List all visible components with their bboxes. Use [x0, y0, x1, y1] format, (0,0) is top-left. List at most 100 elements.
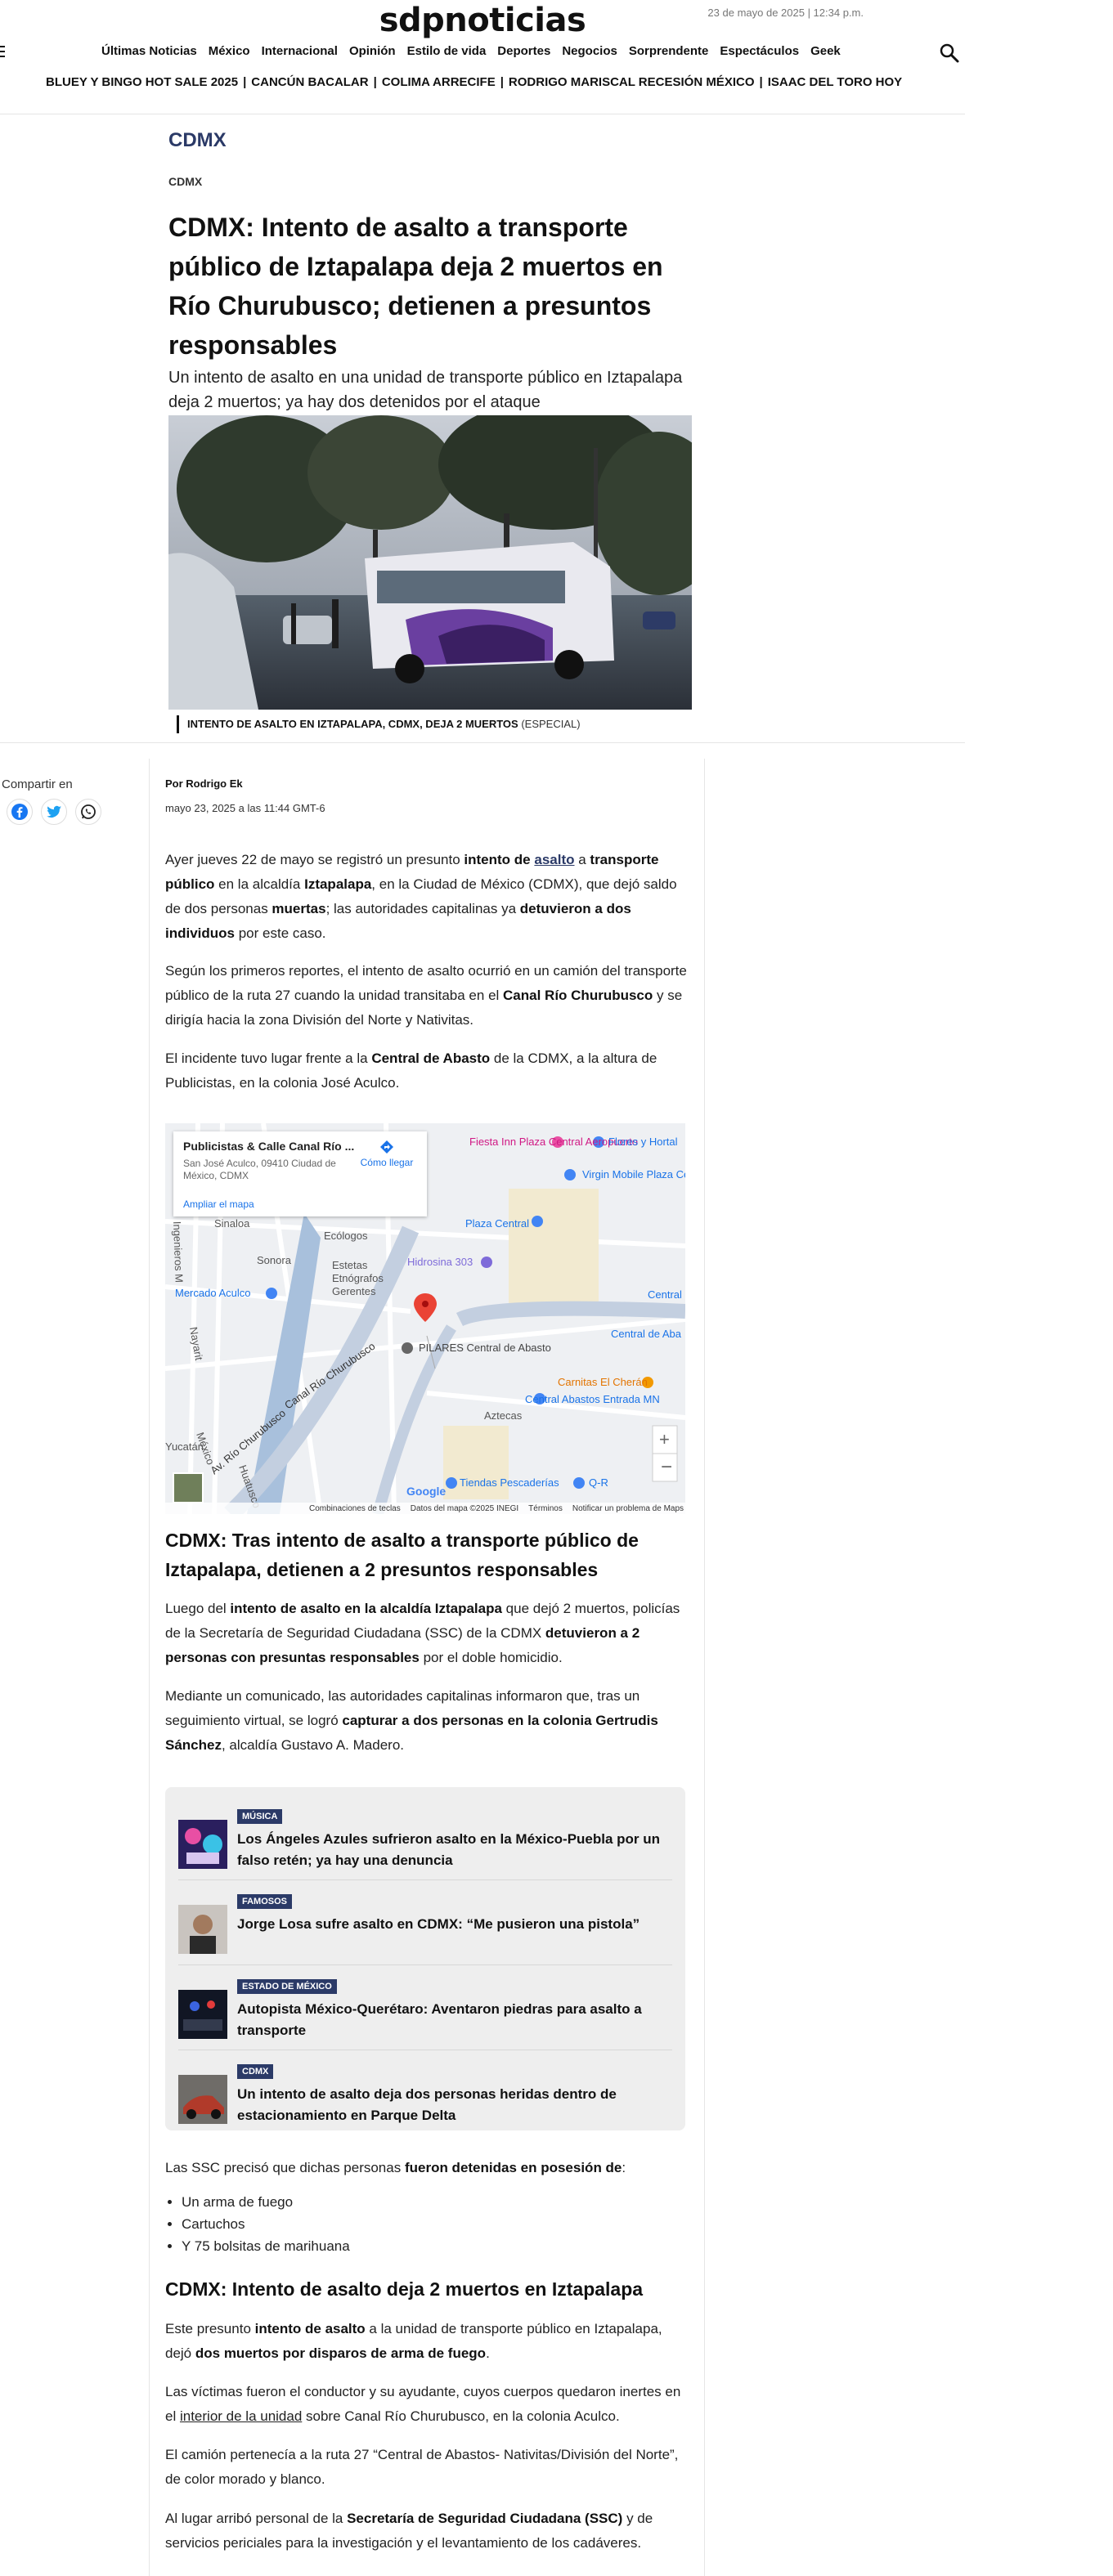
paragraph-6: Las SSC precisó que dichas personas fuer…	[165, 2160, 626, 2175]
enlarge-map-link[interactable]: Ampliar el mapa	[183, 1198, 254, 1210]
trending-bar: BLUEY Y BINGO HOT SALE 2025 | CANCÚN BACA…	[46, 75, 902, 89]
paragraph-5: Mediante un comunicado, las autoridades …	[165, 1688, 658, 1753]
map-label: Aztecas	[484, 1409, 523, 1422]
nav-ultimas-noticias[interactable]: Últimas Noticias	[101, 44, 197, 58]
place-address: San José Aculco, 09410 Ciudad de México,…	[183, 1158, 336, 1181]
related-title[interactable]: Un intento de asalto deja dos personas h…	[237, 2084, 672, 2126]
list-item: Cartuchos	[182, 2213, 350, 2235]
related-title[interactable]: Los Ángeles Azules sufrieron asalto en l…	[237, 1829, 672, 1871]
list-item: Y 75 bolsitas de marihuana	[182, 2235, 350, 2257]
paragraph-3: El incidente tuvo lugar frente a la Cent…	[165, 1051, 657, 1091]
trend-link[interactable]: BLUEY Y BINGO HOT SALE 2025	[46, 75, 238, 89]
main-nav: Últimas Noticias México Internacional Op…	[101, 44, 841, 58]
related-title[interactable]: Autopista México-Querétaro: Aventaron pi…	[237, 1999, 672, 2041]
nav-deportes[interactable]: Deportes	[497, 44, 550, 58]
nav-geek[interactable]: Geek	[810, 44, 841, 58]
category-link[interactable]: CDMX	[168, 175, 202, 188]
twitter-icon	[47, 805, 61, 818]
nav-opinion[interactable]: Opinión	[349, 44, 396, 58]
trend-link[interactable]: RODRIGO MARISCAL RECESIÓN MÉXICO	[509, 75, 755, 89]
nav-negocios[interactable]: Negocios	[562, 44, 617, 58]
paragraph-10: Al lugar arribó personal de la Secretarí…	[165, 2511, 653, 2551]
map-footer: Combinaciones de teclas Datos del mapa ©…	[165, 1503, 685, 1514]
svg-text:−: −	[661, 1456, 672, 1478]
trend-separator: |	[759, 75, 763, 89]
section-heading: CDMX: Tras intento de asalto a transport…	[165, 1530, 639, 1580]
map-footer-link[interactable]: Combinaciones de teclas	[309, 1504, 401, 1513]
image-caption: INTENTO DE ASALTO EN IZTAPALAPA, CDMX, D…	[177, 715, 581, 733]
related-tag[interactable]: MÚSICA	[237, 1809, 283, 1824]
related-title[interactable]: Jorge Losa sufre asalto en CDMX: “Me pus…	[237, 1914, 640, 1935]
whatsapp-share-button[interactable]	[75, 799, 101, 825]
nav-espectaculos[interactable]: Espectáculos	[720, 44, 799, 58]
facebook-icon	[11, 804, 28, 820]
trend-separator: |	[500, 75, 504, 89]
paragraph-1: Ayer jueves 22 de mayo se registró un pr…	[165, 852, 677, 941]
map-label: Estetas	[332, 1259, 368, 1271]
map-label: Etnógrafos	[332, 1272, 384, 1284]
map-label: Yucatán	[165, 1440, 204, 1453]
divider	[0, 742, 965, 743]
caption-credit: (ESPECIAL)	[521, 718, 581, 730]
section-link[interactable]: CDMX	[168, 129, 227, 152]
trend-separator: |	[373, 75, 377, 89]
related-item[interactable]: CDMX Un intento de asalto deja dos person…	[178, 2050, 672, 2135]
paragraph-9: El camión pertenecía a la ruta 27 “Centr…	[165, 2447, 679, 2487]
asalto-link[interactable]: asalto	[534, 852, 574, 867]
map-footer-link[interactable]: Notificar un problema de Maps	[572, 1504, 684, 1513]
share-label: Compartir en	[2, 777, 73, 791]
directions-icon	[380, 1140, 393, 1154]
related-item[interactable]: ESTADO DE MÉXICO Autopista México-Queréta…	[178, 1965, 672, 2050]
map-label: Mercado Aculco	[175, 1287, 251, 1299]
related-thumbnail	[178, 1820, 227, 1869]
map-label: Central	[648, 1288, 682, 1301]
related-tag[interactable]: ESTADO DE MÉXICO	[237, 1979, 337, 1994]
map-label: Hidrosina 303	[407, 1256, 473, 1268]
map-label: Sinaloa	[214, 1217, 250, 1230]
related-tag[interactable]: CDMX	[237, 2064, 274, 2079]
publish-date: mayo 23, 2025 a las 11:44 GMT-6	[165, 802, 325, 814]
map-label: Ecólogos	[324, 1230, 368, 1242]
header-date: 23 de mayo de 2025 | 12:34 p.m.	[707, 7, 864, 19]
facebook-share-button[interactable]	[7, 799, 33, 825]
author-byline[interactable]: Por Rodrigo Ek	[165, 777, 243, 790]
twitter-share-button[interactable]	[41, 799, 67, 825]
satellite-toggle[interactable]	[173, 1472, 204, 1503]
nav-estilo-de-vida[interactable]: Estilo de vida	[407, 44, 487, 58]
map-footer-link[interactable]: Términos	[528, 1504, 563, 1513]
map-place-card: Publicistas & Calle Canal Río ... San Jo…	[173, 1131, 427, 1216]
related-articles: MÚSICA Los Ángeles Azules sufrieron asalt…	[165, 1787, 685, 2130]
search-icon[interactable]	[939, 43, 960, 64]
site-header: sdpnoticias 23 de mayo de 2025 | 12:34 p…	[0, 0, 965, 114]
nav-internacional[interactable]: Internacional	[262, 44, 338, 58]
map-label: Carnitas El Cherán	[558, 1376, 648, 1388]
trend-separator: |	[243, 75, 247, 89]
directions-link[interactable]: Cómo llegar	[358, 1140, 415, 1168]
related-item[interactable]: MÚSICA Los Ángeles Azules sufrieron asalt…	[178, 1795, 672, 1880]
paragraph-7: Este presunto intento de asalto a la uni…	[165, 2321, 662, 2361]
paragraph-2: Según los primeros reportes, el intento …	[165, 963, 687, 1028]
trend-link[interactable]: CANCÚN BACALAR	[251, 75, 368, 89]
share-buttons	[7, 799, 101, 825]
nav-sorprendente[interactable]: Sorprendente	[629, 44, 709, 58]
trend-link[interactable]: COLIMA ARRECIFE	[382, 75, 496, 89]
whatsapp-icon	[81, 804, 96, 819]
caption-text: INTENTO DE ASALTO EN IZTAPALAPA, CDMX, D…	[187, 718, 518, 730]
nav-mexico[interactable]: México	[209, 44, 250, 58]
paragraph-4: Luego del intento de asalto en la alcald…	[165, 1601, 680, 1665]
menu-icon[interactable]	[0, 46, 5, 57]
paragraph-8: Las víctimas fueron el conductor y su ay…	[165, 2384, 681, 2424]
section-heading: CDMX: Intento de asalto deja 2 muertos e…	[165, 2278, 644, 2300]
hero-photo-illustration	[168, 415, 692, 710]
map-label: Central de Aba	[611, 1328, 682, 1340]
embedded-map[interactable]: Fiesta Inn Plaza Central Aeropuerto Flor…	[165, 1123, 685, 1514]
trend-link[interactable]: ISAAC DEL TORO HOY	[768, 75, 902, 89]
interior-link[interactable]: interior de la unidad	[180, 2408, 302, 2424]
map-label: Gerentes	[332, 1285, 376, 1297]
related-item[interactable]: FAMOSOS Jorge Losa sufre asalto en CDMX: …	[178, 1880, 672, 1965]
related-tag[interactable]: FAMOSOS	[237, 1894, 293, 1909]
svg-text:+: +	[659, 1429, 670, 1449]
map-label: Plaza Central	[465, 1217, 529, 1230]
related-thumbnail	[178, 1905, 227, 1954]
map-label: Flores y Hortal	[608, 1136, 678, 1148]
